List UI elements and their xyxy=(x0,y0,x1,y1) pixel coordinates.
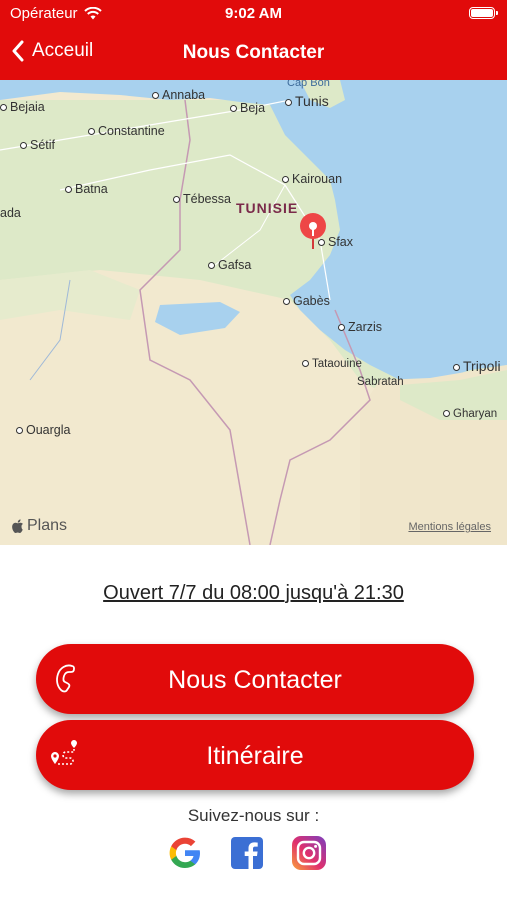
map-label-gharyan: Gharyan xyxy=(443,408,497,420)
map-label-tunis: Tunis xyxy=(285,93,329,109)
map-label-zarzis: Zarzis xyxy=(338,320,382,334)
map-label-tebessa: Tébessa xyxy=(173,192,231,206)
map-country-label: TUNISIE xyxy=(236,200,299,216)
map-attribution: Plans xyxy=(12,517,67,535)
map-attribution-label: Plans xyxy=(27,517,68,534)
page-title: Nous Contacter xyxy=(182,42,325,63)
contact-button-label: Nous Contacter xyxy=(168,666,342,694)
map-label-ada: ada xyxy=(0,206,21,220)
map-label-bejaia: Bejaia xyxy=(0,100,45,114)
map-label-cap-bon: Cap Bon xyxy=(287,80,330,89)
map-label-beja: Beja xyxy=(230,101,265,115)
map-label-batna: Batna xyxy=(65,182,108,196)
map-label-gafsa: Gafsa xyxy=(208,258,251,272)
contact-button[interactable]: Nous Contacter xyxy=(36,644,474,714)
instagram-icon[interactable] xyxy=(290,834,328,872)
map-label-tataouine: Tataouine xyxy=(302,358,362,370)
itinerary-button-label: Itinéraire xyxy=(206,742,304,770)
follow-us-label: Suivez-nous sur : xyxy=(187,806,320,825)
itinerary-button[interactable]: Itinéraire xyxy=(36,720,474,790)
navigation-bar: Acceuil Nous Contacter xyxy=(0,28,507,80)
apple-logo-icon xyxy=(12,519,23,533)
map-label-kairouan: Kairouan xyxy=(282,172,342,186)
map-label-setif: Sétif xyxy=(20,138,55,152)
map-label-constantine: Constantine xyxy=(88,124,165,138)
map-label-annaba: Annaba xyxy=(152,88,205,102)
map-view[interactable]: Cap Bon Bejaia Annaba Beja Tunis Constan… xyxy=(0,80,507,545)
status-time: 9:02 AM xyxy=(225,5,282,22)
status-bar: Opérateur 9:02 AM xyxy=(0,0,507,28)
map-label-sabratah: Sabratah xyxy=(357,376,404,388)
legal-link[interactable]: Mentions légales xyxy=(408,521,491,533)
map-label-gabes: Gabès xyxy=(283,294,330,308)
opening-hours: Ouvert 7/7 du 08:00 jusqu'à 21:30 xyxy=(103,582,404,604)
map-background xyxy=(0,80,507,545)
map-label-tripoli: Tripoli xyxy=(453,358,501,374)
map-pin-icon[interactable] xyxy=(298,212,328,250)
facebook-icon[interactable] xyxy=(228,834,266,872)
google-icon[interactable] xyxy=(166,834,204,872)
map-label-ouargla: Ouargla xyxy=(16,423,70,437)
battery-icon xyxy=(469,7,498,19)
